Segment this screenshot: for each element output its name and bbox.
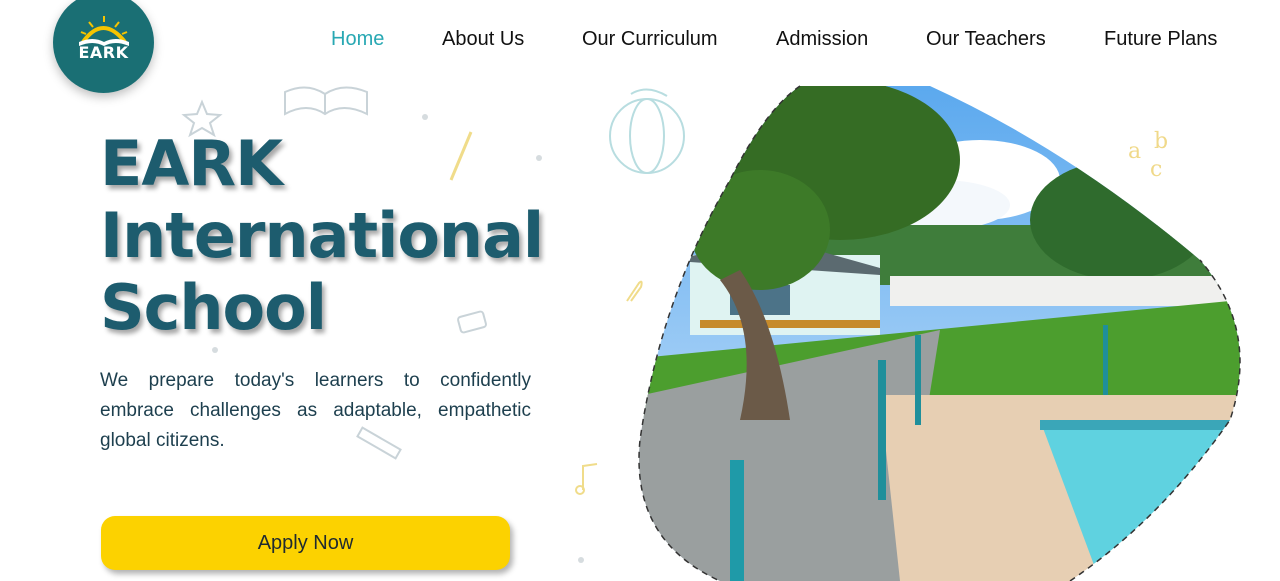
hero-title-line: EARK [100, 127, 283, 200]
hero-description: We prepare today's learners to confident… [100, 370, 531, 451]
apply-now-button[interactable]: Apply Now [101, 516, 510, 570]
nav-item-future-plans[interactable]: Future Plans [1104, 28, 1217, 51]
main-navigation: Home About Us Our Curriculum Admission O… [0, 28, 1280, 54]
hero-title-line: International [100, 199, 544, 272]
hero-title-line: School [100, 271, 327, 344]
hero-title: EARK International School [100, 128, 560, 344]
nav-item-our-curriculum[interactable]: Our Curriculum [582, 28, 718, 51]
nav-item-admission[interactable]: Admission [776, 28, 868, 51]
nav-item-home[interactable]: Home [331, 28, 384, 51]
nav-item-our-teachers[interactable]: Our Teachers [926, 28, 1046, 51]
nav-item-about-us[interactable]: About Us [442, 28, 524, 51]
